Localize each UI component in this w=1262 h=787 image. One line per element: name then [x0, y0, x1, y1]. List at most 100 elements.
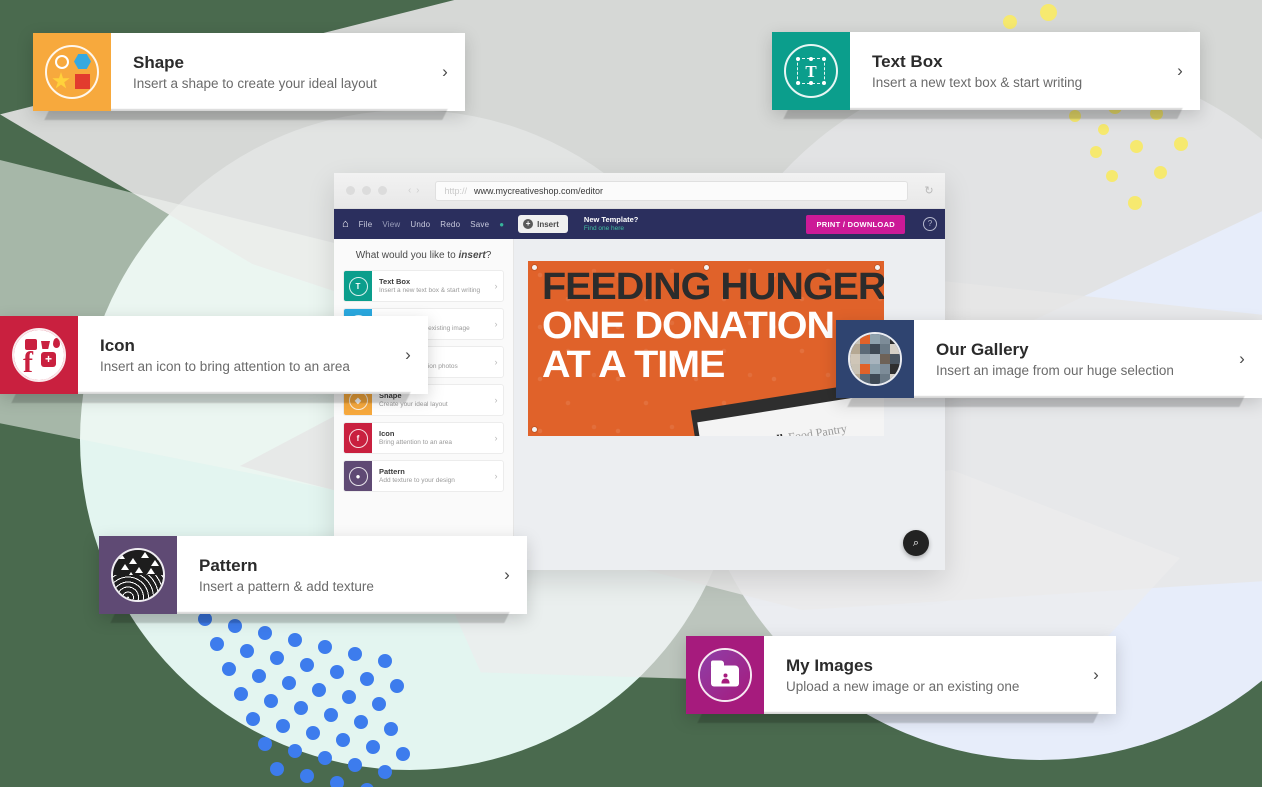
- menu-view[interactable]: View: [382, 220, 400, 229]
- menu-save[interactable]: Save: [470, 220, 489, 229]
- gallery-card-body: Our Gallery Insert an image from our hug…: [914, 320, 1222, 398]
- chevron-right-icon[interactable]: ›: [1160, 32, 1200, 110]
- feature-card-our-gallery[interactable]: Our Gallery Insert an image from our hug…: [836, 320, 1262, 407]
- decorative-dot: [288, 744, 302, 758]
- feature-card-shape[interactable]: Shape Insert a shape to create your idea…: [33, 33, 465, 120]
- decorative-dot: [246, 712, 260, 726]
- banner-line-3: AT A TIME: [542, 343, 725, 386]
- triangle-pattern-half: [113, 550, 163, 580]
- photo-tile: [870, 334, 880, 344]
- shape-card-title: Shape: [133, 53, 185, 72]
- person-glyph-icon: [721, 673, 730, 683]
- text-box-card-subtitle: Insert a new text box & start writing: [872, 75, 1083, 90]
- insert-button[interactable]: + Insert: [518, 215, 568, 233]
- decorative-dot: [258, 737, 272, 751]
- photo-tile: [880, 344, 890, 354]
- sidebar-heading: What would you like to insert?: [343, 250, 504, 261]
- chevron-right-icon[interactable]: ›: [388, 316, 428, 394]
- decorative-dot: [342, 690, 356, 704]
- new-template-title: New Template?: [583, 215, 639, 225]
- print-download-button[interactable]: PRINT / DOWNLOAD: [806, 214, 905, 234]
- shape-icon: [45, 45, 99, 99]
- minimize-dot-icon: [362, 186, 371, 195]
- feature-card-icon[interactable]: f + Icon Insert an icon to bring attenti…: [0, 316, 428, 403]
- chevron-right-icon[interactable]: ›: [489, 433, 503, 443]
- chevron-right-icon[interactable]: ›: [1076, 636, 1116, 714]
- gallery-card-title: Our Gallery: [936, 340, 1029, 359]
- sidebar-item-glyph-icon: f: [348, 428, 368, 448]
- triangle-glyph-icon: [151, 560, 159, 566]
- chevron-right-icon[interactable]: ›: [489, 357, 503, 367]
- triangle-glyph-icon: [117, 553, 125, 559]
- decorative-dot: [1154, 166, 1167, 179]
- sidebar-item-text-box[interactable]: T Text Box Insert a new text box & start w…: [343, 270, 504, 302]
- decorative-dot: [378, 765, 392, 779]
- decorative-dot: [282, 676, 296, 690]
- my-images-card-title: My Images: [786, 656, 873, 675]
- browser-chrome-bar: ‹ › http:// www.mycreativeshop.com/edito…: [334, 173, 945, 209]
- decorative-dot: [306, 726, 320, 740]
- browser-nav-arrows-icon[interactable]: ‹ ›: [408, 185, 420, 196]
- insert-button-label: Insert: [537, 219, 559, 229]
- icon-collection-icon-tile: f +: [0, 316, 78, 394]
- decorative-dot: [360, 783, 374, 787]
- decorative-dot: [1174, 137, 1188, 151]
- handle-icon: [796, 81, 801, 85]
- decorative-dot: [270, 762, 284, 776]
- sidebar-item-icon[interactable]: f Icon Bring attention to an area ›: [343, 422, 504, 454]
- sidebar-item-pattern[interactable]: ● Pattern Add texture to your design ›: [343, 460, 504, 492]
- home-icon[interactable]: ⌂: [342, 218, 349, 230]
- new-template-prompt[interactable]: New Template? Find one here: [584, 215, 638, 233]
- photo-tile: [880, 354, 890, 364]
- decorative-dot: [360, 672, 374, 686]
- triangle-glyph-icon: [157, 554, 163, 560]
- photo-tile: [850, 374, 860, 384]
- reload-icon[interactable]: ↻: [921, 184, 937, 197]
- banner-headline-group: FEEDING HUNGER ONE DONATION AT A TIME: [528, 261, 884, 386]
- decorative-dot: [1128, 196, 1142, 210]
- decorative-dot: [384, 722, 398, 736]
- sidebar-item-text: Pattern Add texture to your design: [372, 467, 489, 485]
- handle-icon: [822, 81, 826, 85]
- close-dot-icon: [346, 186, 355, 195]
- decorative-dot: [222, 662, 236, 676]
- chevron-right-icon[interactable]: ›: [487, 536, 527, 614]
- chevron-right-icon[interactable]: ›: [489, 319, 503, 329]
- photo-tile: [860, 364, 870, 374]
- feature-card-pattern[interactable]: Pattern Insert a pattern & add texture ›: [99, 536, 527, 623]
- handle-icon: [809, 81, 813, 85]
- decorative-dot: [1130, 140, 1143, 153]
- url-text: www.mycreativeshop.com/editor: [473, 185, 604, 196]
- chevron-right-icon[interactable]: ›: [489, 281, 503, 291]
- decorative-dot: [294, 701, 308, 715]
- url-bar[interactable]: http:// www.mycreativeshop.com/editor: [435, 180, 908, 201]
- photo-tile: [850, 364, 860, 374]
- zoom-button[interactable]: ⌕: [903, 530, 929, 556]
- text-box-icon-tile: T: [772, 32, 850, 110]
- org-name: Farwell: [743, 431, 784, 436]
- photo-tile: [880, 364, 890, 374]
- shape-card-subtitle: Insert a shape to create your ideal layo…: [133, 76, 377, 91]
- photo-tile: [860, 374, 870, 384]
- my-images-icon-tile: [686, 636, 764, 714]
- save-status-dot-icon: ●: [499, 219, 505, 229]
- feature-card-my-images[interactable]: My Images Upload a new image or an exist…: [686, 636, 1116, 723]
- chevron-right-icon[interactable]: ›: [489, 395, 503, 405]
- feature-card-text-box[interactable]: T Text Box Insert a new text box & start…: [772, 32, 1200, 119]
- pattern-icon-tile: [99, 536, 177, 614]
- photo-tile: [880, 334, 890, 344]
- photo-tile: [890, 334, 900, 344]
- help-icon[interactable]: ?: [923, 217, 937, 231]
- plus-icon: +: [523, 219, 534, 229]
- menu-file[interactable]: File: [359, 220, 373, 229]
- menu-redo[interactable]: Redo: [440, 220, 460, 229]
- banner-design[interactable]: FEEDING HUNGER ONE DONATION AT A TIME Fa…: [528, 261, 884, 436]
- sidebar-item-subtitle: Add texture to your design: [379, 476, 455, 484]
- photo-tile: [890, 374, 900, 384]
- decorative-dot: [372, 697, 386, 711]
- photo-gallery-icon-tile: [836, 320, 914, 398]
- menu-undo[interactable]: Undo: [410, 220, 430, 229]
- chevron-right-icon[interactable]: ›: [1222, 320, 1262, 398]
- chevron-right-icon[interactable]: ›: [425, 33, 465, 111]
- chevron-right-icon[interactable]: ›: [489, 471, 503, 481]
